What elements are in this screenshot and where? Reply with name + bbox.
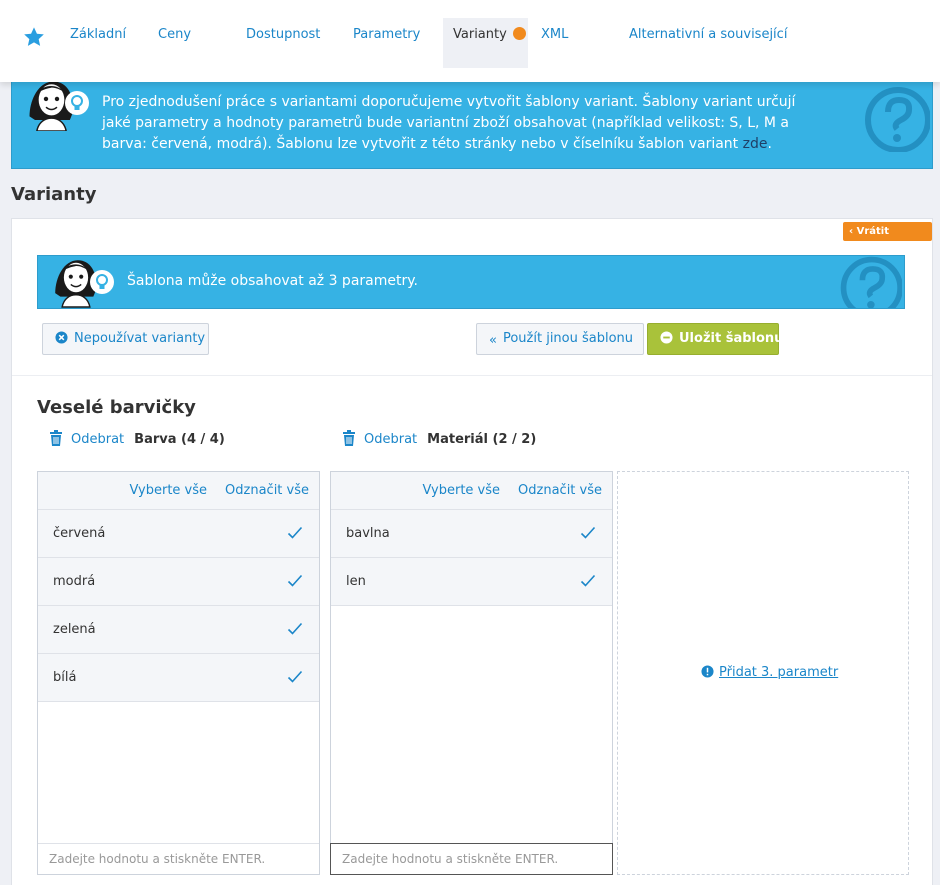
checkmark-icon bbox=[287, 574, 303, 587]
value-label: bílá bbox=[53, 670, 77, 685]
banner-text: Pro zjednodušení práce s variantami dopo… bbox=[102, 92, 822, 155]
tab-varianty[interactable]: Varianty bbox=[443, 18, 528, 68]
deselect-all-link[interactable]: Odznačit vše bbox=[518, 483, 602, 498]
trash-icon[interactable] bbox=[49, 430, 63, 446]
section-title: Varianty bbox=[11, 184, 97, 205]
checkmark-icon bbox=[287, 526, 303, 539]
tab-parametry[interactable]: Parametry bbox=[353, 18, 420, 68]
select-all-link[interactable]: Vyberte vše bbox=[423, 483, 501, 498]
minus-circle-icon bbox=[660, 331, 673, 344]
tab-ceny[interactable]: Ceny bbox=[158, 18, 191, 68]
checkmark-icon bbox=[580, 574, 596, 587]
tab-xml[interactable]: XML bbox=[541, 18, 568, 68]
tab-zakladni[interactable]: Základní bbox=[70, 18, 126, 68]
template-name: Veselé barvičky bbox=[37, 397, 196, 418]
tab-alternativni[interactable]: Alternativní a související bbox=[629, 18, 787, 68]
checkmark-icon bbox=[287, 670, 303, 683]
other-template-label: Použít jinou šablonu bbox=[502, 331, 634, 346]
question-mark-icon bbox=[865, 87, 930, 152]
status-dot-icon bbox=[512, 27, 526, 40]
no-variants-button[interactable]: Nepoužívat varianty bbox=[42, 323, 209, 355]
info-banner: Pro zjednodušení práce s variantami dopo… bbox=[11, 82, 933, 169]
value-label: modrá bbox=[53, 574, 96, 589]
add-param-area: Přidat 3. parametr bbox=[617, 471, 909, 875]
list-item[interactable]: bílá bbox=[38, 654, 319, 702]
value-input[interactable]: Zadejte hodnotu a stiskněte ENTER. bbox=[38, 843, 319, 874]
lightbulb-icon bbox=[90, 270, 114, 294]
star-icon[interactable] bbox=[23, 26, 45, 48]
select-all-link[interactable]: Vyberte vše bbox=[130, 483, 208, 498]
list-item[interactable]: zelená bbox=[38, 606, 319, 654]
checkmark-icon bbox=[287, 622, 303, 635]
tab-bar: Základní Ceny Dostupnost Parametry Varia… bbox=[0, 0, 940, 82]
variants-card: ‹ Vrátit změnu Šablona může obsahovat až… bbox=[11, 218, 933, 885]
banner-text-end: . bbox=[767, 136, 772, 152]
column-header: Vyberte vše Odznačit vše bbox=[38, 472, 319, 510]
value-input[interactable]: Zadejte hodnotu a stiskněte ENTER. bbox=[330, 843, 613, 875]
list-item[interactable]: len bbox=[331, 558, 612, 606]
banner-text-main: Pro zjednodušení práce s variantami dopo… bbox=[102, 94, 796, 152]
template-info-banner: Šablona může obsahovat až 3 parametry. bbox=[37, 255, 905, 309]
param-name: Materiál (2 / 2) bbox=[427, 432, 537, 447]
checkmark-icon bbox=[580, 526, 596, 539]
value-label: len bbox=[346, 574, 366, 589]
value-label: červená bbox=[53, 526, 106, 541]
other-template-button[interactable]: « Použít jinou šablonu bbox=[476, 323, 644, 355]
remove-param-link[interactable]: Odebrat bbox=[364, 432, 417, 447]
divider bbox=[12, 375, 932, 376]
param-values-column: Vyberte vše Odznačit vše červená modrá ze… bbox=[37, 471, 320, 875]
save-template-label: Uložit šablonu bbox=[679, 331, 784, 346]
trash-icon[interactable] bbox=[342, 430, 356, 446]
tab-varianty-label: Varianty bbox=[453, 27, 507, 42]
info-icon bbox=[701, 665, 714, 678]
chevron-double-left-icon: « bbox=[489, 333, 497, 348]
lightbulb-icon bbox=[65, 91, 89, 115]
param-name: Barva (4 / 4) bbox=[134, 432, 225, 447]
param-values-column: Vyberte vše Odznačit vše bavlna len Zadej… bbox=[330, 471, 613, 875]
add-param-link[interactable]: Přidat 3. parametr bbox=[701, 665, 838, 680]
deselect-all-link[interactable]: Odznačit vše bbox=[225, 483, 309, 498]
question-mark-icon bbox=[840, 256, 902, 308]
value-label: bavlna bbox=[346, 526, 390, 541]
column-header: Vyberte vše Odznačit vše bbox=[331, 472, 612, 510]
save-template-button[interactable]: Uložit šablonu bbox=[647, 323, 783, 355]
param-header: Odebrat Materiál (2 / 2) bbox=[342, 430, 536, 447]
list-item[interactable]: modrá bbox=[38, 558, 319, 606]
revert-changes-button[interactable]: ‹ Vrátit změnu bbox=[843, 222, 932, 256]
no-variants-label: Nepoužívat varianty bbox=[74, 331, 206, 346]
value-label: zelená bbox=[53, 622, 96, 637]
list-item[interactable]: bavlna bbox=[331, 510, 612, 558]
param-header: Odebrat Barva (4 / 4) bbox=[49, 430, 225, 447]
add-param-label: Přidat 3. parametr bbox=[719, 665, 839, 680]
tab-dostupnost[interactable]: Dostupnost bbox=[246, 18, 320, 68]
list-item[interactable]: červená bbox=[38, 510, 319, 558]
banner-link-zde[interactable]: zde bbox=[743, 136, 768, 152]
remove-param-link[interactable]: Odebrat bbox=[71, 432, 124, 447]
close-circle-icon bbox=[55, 331, 68, 344]
template-info-text: Šablona může obsahovat až 3 parametry. bbox=[127, 273, 418, 289]
